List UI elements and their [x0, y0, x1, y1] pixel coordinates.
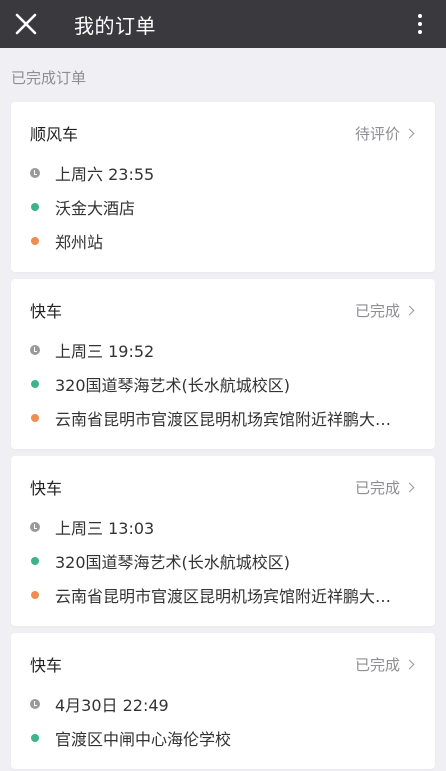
order-from: 沃金大酒店	[55, 199, 136, 218]
order-card[interactable]: 快车 已完成 上周三 19:52 320国道琴海艺术(长水航城校区) 云南省昆明…	[11, 279, 435, 449]
order-card[interactable]: 快车 已完成 上周三 13:03 320国道琴海艺术(长水航城校区) 云南省昆明…	[11, 456, 435, 626]
order-to: 云南省昆明市官渡区昆明机场宾馆附近祥鹏大…	[55, 587, 392, 606]
start-dot-icon	[31, 380, 39, 388]
end-dot-icon	[31, 414, 39, 422]
order-time: 4月30日 22:49	[55, 696, 169, 715]
close-icon	[15, 13, 37, 35]
order-to: 郑州站	[55, 233, 104, 252]
order-type: 快车	[30, 656, 63, 675]
chevron-right-icon	[404, 659, 415, 669]
order-type: 快车	[30, 479, 63, 498]
page-title: 我的订单	[74, 13, 156, 38]
order-status: 待评价	[355, 123, 416, 144]
chevron-right-icon	[404, 128, 415, 138]
start-dot-icon	[31, 203, 39, 211]
section-title: 已完成订单	[11, 69, 87, 87]
order-from: 320国道琴海艺术(长水航城校区)	[55, 553, 291, 572]
end-dot-icon	[31, 591, 39, 599]
order-time: 上周三 19:52	[55, 342, 155, 361]
order-status: 已完成	[355, 477, 416, 498]
order-from: 320国道琴海艺术(长水航城校区)	[55, 376, 291, 395]
order-card[interactable]: 顺风车 待评价 上周六 23:55 沃金大酒店 郑州站	[11, 102, 435, 272]
order-time: 上周六 23:55	[55, 165, 155, 184]
clock-icon	[30, 345, 40, 355]
order-card[interactable]: 快车 已完成 4月30日 22:49 官渡区中闸中心海伦学校	[11, 633, 435, 769]
close-button[interactable]	[0, 0, 52, 48]
start-dot-icon	[31, 557, 39, 565]
order-time: 上周三 13:03	[55, 519, 155, 538]
order-to: 云南省昆明市官渡区昆明机场宾馆附近祥鹏大…	[55, 410, 392, 429]
order-status: 已完成	[355, 654, 416, 675]
more-icon	[418, 14, 422, 18]
end-dot-icon	[31, 237, 39, 245]
clock-icon	[30, 522, 40, 532]
start-dot-icon	[31, 734, 39, 742]
order-type: 顺风车	[30, 125, 79, 144]
top-bar: 我的订单	[0, 0, 446, 48]
chevron-right-icon	[404, 305, 415, 315]
more-button[interactable]	[408, 0, 432, 48]
order-from: 官渡区中闸中心海伦学校	[55, 730, 232, 749]
order-type: 快车	[30, 302, 63, 321]
clock-icon	[30, 699, 40, 709]
order-status: 已完成	[355, 300, 416, 321]
chevron-right-icon	[404, 482, 415, 492]
clock-icon	[30, 168, 40, 178]
